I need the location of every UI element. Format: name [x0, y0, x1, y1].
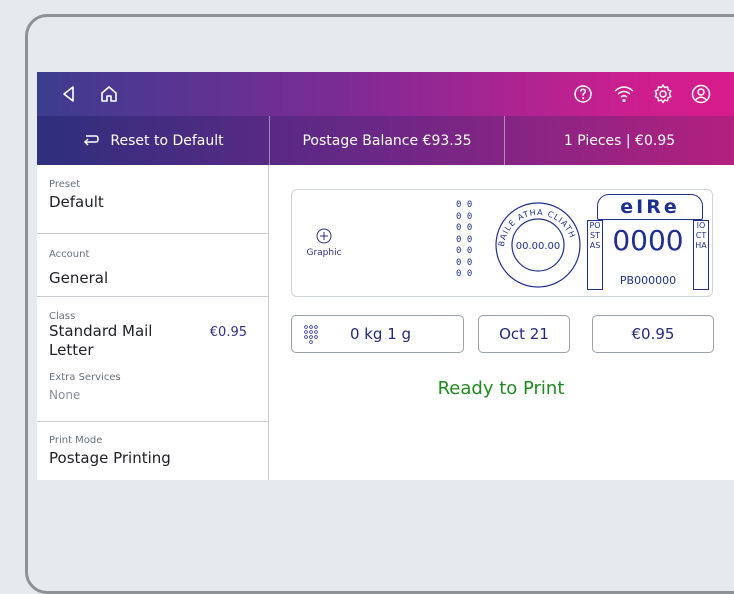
amount-field[interactable]: €0.95 [592, 315, 714, 353]
screen: Reset to Default Postage Balance €93.35 … [37, 72, 734, 480]
zeros-row: 0 0 [456, 211, 473, 222]
eire-stamp: eIRe POSTAS IOCTHA 0000 PB000000 [587, 194, 709, 292]
postage-balance: Postage Balance €93.35 [270, 116, 504, 165]
zeros-row: 0 0 [456, 234, 473, 245]
zeros-column: 0 00 00 00 00 00 00 0 [456, 200, 476, 281]
print-mode-label: Print Mode [49, 435, 103, 446]
class-price: €0.95 [209, 325, 247, 340]
home-icon[interactable] [97, 82, 121, 106]
weight-value: 0 kg 1 g [349, 325, 412, 343]
pieces-counter[interactable]: 1 Pieces | €0.95 [505, 116, 734, 165]
print-mode-value: Postage Printing [49, 449, 171, 467]
meter-id: PB000000 [619, 274, 677, 287]
reset-icon [84, 134, 100, 146]
sub-bar: Reset to Default Postage Balance €93.35 … [37, 116, 734, 165]
postas-text: POSTAS [587, 220, 603, 290]
help-icon[interactable] [571, 82, 595, 106]
weight-field[interactable]: 0 kg 1 g [291, 315, 464, 353]
zeros-row: 0 0 [456, 246, 473, 256]
zeros-row: 0 0 [456, 257, 473, 268]
account-label: Account [49, 249, 90, 260]
add-graphic-button[interactable]: Graphic [304, 228, 344, 258]
wifi-icon[interactable] [612, 82, 636, 106]
date-field[interactable]: Oct 21 [478, 315, 570, 353]
class-value: Standard Mail [49, 322, 153, 340]
keypad-icon [304, 325, 318, 344]
top-bar [37, 72, 734, 116]
extra-services-label: Extra Services [49, 372, 121, 383]
settings-icon[interactable] [651, 82, 675, 106]
eire-text: eIRe [597, 194, 703, 220]
preset-label: Preset [49, 179, 81, 190]
status-text: Ready to Print [437, 378, 565, 399]
stamp-date: 00.00.00 [516, 241, 561, 252]
date-value: Oct 21 [499, 325, 549, 343]
zeros-row: 0 0 [456, 223, 473, 233]
account-icon[interactable] [689, 82, 713, 106]
back-icon[interactable] [57, 82, 81, 106]
indicia-preview: Graphic 0 00 00 00 00 00 00 0 BAILE ATHA… [291, 189, 713, 297]
preset-value: Default [49, 193, 104, 211]
extra-services-value: None [49, 388, 81, 402]
preset-section[interactable]: Preset Default [37, 165, 269, 234]
stamp-amount: 0000 [612, 224, 684, 257]
reset-label: Reset to Default [110, 132, 224, 149]
settings-panel: Preset Default Account General Class Sta… [37, 165, 269, 480]
pieces-label: 1 Pieces | €0.95 [563, 132, 676, 149]
account-value: General [49, 269, 109, 287]
amount-value: €0.95 [631, 325, 675, 343]
graphic-label: Graphic [306, 248, 342, 258]
add-circle-icon [316, 228, 332, 244]
class-section[interactable]: Class Standard Mail Letter €0.95 Extra S… [37, 297, 269, 422]
class-label: Class [49, 311, 76, 322]
postage-balance-label: Postage Balance €93.35 [302, 132, 472, 149]
ioctha-text: IOCTHA [693, 220, 709, 290]
postmark-stamp: BAILE ATHA CLIATH 00.00.00 [495, 202, 581, 288]
print-mode-section[interactable]: Print Mode Postage Printing [37, 422, 269, 480]
zeros-row: 0 0 [456, 269, 473, 279]
class-value-line2: Letter [49, 341, 94, 359]
reset-to-default-button[interactable]: Reset to Default [37, 116, 269, 165]
zeros-row: 0 0 [456, 200, 473, 210]
account-section[interactable]: Account General [37, 234, 269, 297]
